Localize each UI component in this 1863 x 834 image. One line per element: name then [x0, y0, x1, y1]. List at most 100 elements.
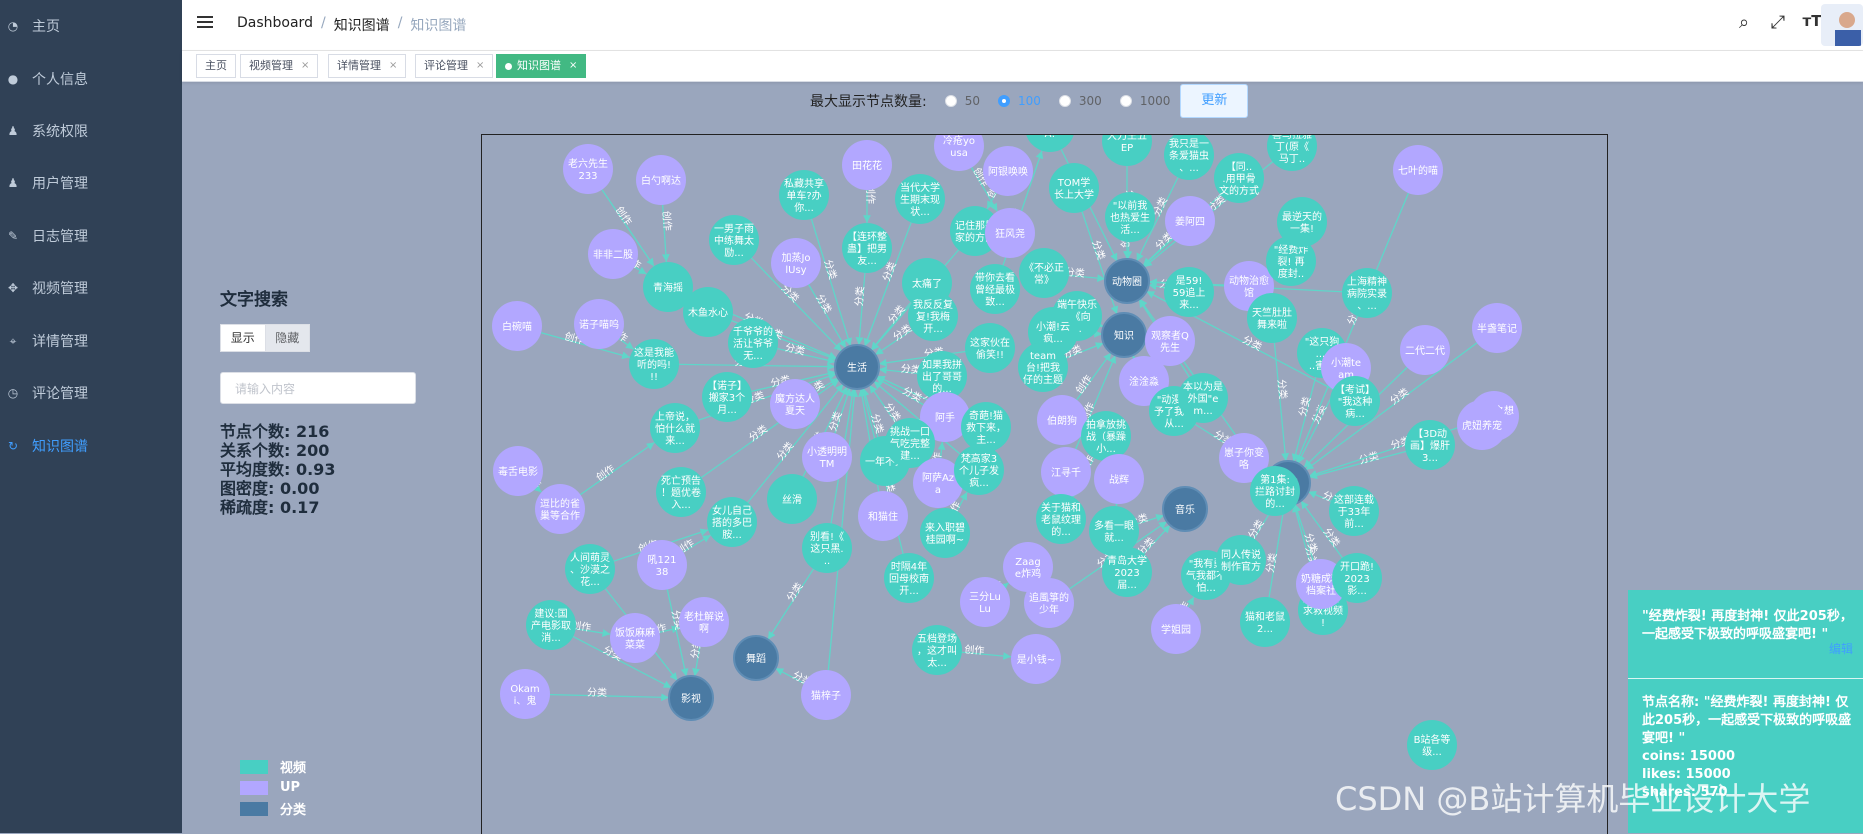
- up-node[interactable]: 追風箏的少年: [1024, 578, 1074, 628]
- video-node[interactable]: 来入职碧桂园啊~: [920, 508, 970, 558]
- video-node[interactable]: 漫迹SPA!: [1025, 135, 1075, 152]
- hide-button[interactable]: 隐藏: [265, 325, 309, 351]
- video-node[interactable]: 上海精神病院实录、...: [1342, 268, 1392, 318]
- video-node[interactable]: 上帝说，怕什么就来...: [650, 403, 700, 453]
- up-node[interactable]: 虎妞养宠: [1457, 400, 1507, 450]
- video-node[interactable]: 这家伙在偷笑!!: [965, 323, 1015, 373]
- video-node[interactable]: 奇葩!猫救下来，主...: [961, 402, 1011, 452]
- video-node[interactable]: 别看!《这只黑...: [802, 523, 852, 573]
- up-node[interactable]: 狂风尧: [985, 208, 1035, 258]
- category-node[interactable]: 音乐: [1162, 486, 1208, 532]
- video-node[interactable]: 《不必正常》: [1019, 248, 1069, 298]
- video-node[interactable]: 【3D动画】爆肝3...: [1405, 420, 1455, 470]
- video-node[interactable]: 女儿自己搭的多巴胺...: [707, 497, 757, 547]
- video-node[interactable]: 木鱼水心: [683, 287, 733, 337]
- sidebar-item-details[interactable]: ⌖ 详情管理: [0, 315, 182, 367]
- video-node[interactable]: 时隔4年回母校南开...: [884, 553, 934, 603]
- up-node[interactable]: 田花花: [842, 140, 892, 190]
- up-node[interactable]: 七叶的喵: [1393, 145, 1443, 195]
- tag-comments[interactable]: 评论管理 ×: [415, 54, 494, 78]
- up-node[interactable]: 江寻千: [1041, 447, 1091, 497]
- tag-knowledge-graph[interactable]: 知识图谱 ×: [496, 54, 587, 78]
- video-node[interactable]: 这是我能听的吗!!!: [629, 339, 679, 389]
- legend-item[interactable]: 分类: [240, 798, 306, 819]
- up-node[interactable]: 白碗喵: [492, 301, 542, 351]
- video-node[interactable]: 【同...用甲骨文的方式: [1214, 153, 1264, 203]
- video-node[interactable]: 喜马拉雅丁(原《马丁..: [1267, 135, 1317, 171]
- up-node[interactable]: 毒舌电影: [493, 446, 543, 496]
- sidebar-item-users[interactable]: ♟ 用户管理: [0, 157, 182, 209]
- up-node[interactable]: 逗比的雀巢等合作: [535, 484, 585, 534]
- up-node[interactable]: 伯朗狗: [1037, 395, 1087, 445]
- category-node[interactable]: 舞蹈: [733, 635, 779, 681]
- video-node[interactable]: 丝滑: [767, 474, 817, 524]
- sidebar-item-permissions[interactable]: ♟ 系统权限: [0, 105, 182, 157]
- up-node[interactable]: 三分LuLu: [960, 577, 1010, 627]
- video-node[interactable]: 同人传说制作官方: [1216, 535, 1266, 585]
- video-node[interactable]: 梵高家3个儿子发疯...: [954, 445, 1004, 495]
- video-node[interactable]: 带你去看曾经最极致...: [970, 264, 1020, 314]
- up-node[interactable]: 小透明明TM: [802, 432, 852, 482]
- up-node[interactable]: 猫梓子: [801, 670, 851, 720]
- video-node[interactable]: 一男子雨中练舞太励...: [709, 215, 759, 265]
- radio-50[interactable]: 50: [944, 94, 980, 108]
- video-node[interactable]: 我反反复复!我梅开...: [908, 291, 958, 341]
- up-node[interactable]: 冷疮yousa: [934, 135, 984, 171]
- update-button[interactable]: 更新: [1180, 84, 1249, 118]
- up-node[interactable]: 加蒸JolUsy: [771, 238, 821, 288]
- up-node[interactable]: 吼12138: [637, 540, 687, 590]
- video-node[interactable]: "以前我也热爱生活...: [1105, 192, 1155, 242]
- video-node[interactable]: 最逆天的一集!: [1277, 197, 1327, 247]
- video-node[interactable]: 青岛大学2023届...: [1102, 547, 1152, 597]
- video-node[interactable]: 本以为是外国"em...: [1178, 373, 1228, 423]
- category-node[interactable]: 动物圈: [1104, 258, 1150, 304]
- legend-item[interactable]: 视频: [240, 756, 306, 777]
- category-node[interactable]: 知识: [1101, 312, 1147, 358]
- up-node[interactable]: 半盏笔记: [1472, 303, 1522, 353]
- sidebar-item-knowledge-graph[interactable]: ↻ 知识图谱: [0, 420, 182, 472]
- up-node[interactable]: 战辉: [1094, 454, 1144, 504]
- search-input[interactable]: 请输入内容: [220, 372, 416, 404]
- video-node[interactable]: 【考试】"我这种病...: [1330, 376, 1380, 426]
- video-node[interactable]: 大刀王五EP: [1102, 135, 1152, 166]
- breadcrumb-item[interactable]: 知识图谱: [334, 15, 390, 35]
- video-node[interactable]: 第1集:拦路讨封的...: [1250, 466, 1300, 516]
- video-node[interactable]: 天竺肚肚舞来啦: [1247, 293, 1297, 343]
- video-node[interactable]: 死亡预告！题优卷入...: [656, 467, 706, 517]
- breadcrumb-item[interactable]: Dashboard: [237, 15, 313, 35]
- close-icon[interactable]: ×: [389, 55, 397, 77]
- video-node[interactable]: 当代大学生期末现状...: [895, 174, 945, 224]
- up-node[interactable]: 老六先生233: [563, 144, 613, 194]
- hamburger-icon[interactable]: [197, 16, 213, 30]
- video-node[interactable]: 建议:国产电影取消...: [526, 600, 576, 650]
- radio-100[interactable]: 100: [998, 94, 1041, 108]
- edit-link[interactable]: 编辑: [1829, 640, 1853, 657]
- search-icon[interactable]: ⌕: [1733, 12, 1755, 34]
- category-node[interactable]: 生活: [834, 344, 880, 390]
- radio-300[interactable]: 300: [1058, 94, 1102, 108]
- up-node[interactable]: 姜阿四: [1165, 196, 1215, 246]
- up-node[interactable]: 饭饭麻麻菜菜: [610, 613, 660, 663]
- sidebar-item-home[interactable]: ◔ 主页: [0, 0, 182, 52]
- close-icon[interactable]: ×: [301, 55, 309, 77]
- legend-item[interactable]: UP: [240, 777, 306, 798]
- video-node[interactable]: TOM学长上大学: [1049, 163, 1099, 213]
- video-node[interactable]: 这部连载于33年前...: [1329, 486, 1379, 536]
- video-node[interactable]: 私藏共享单车?办你...: [779, 170, 829, 220]
- video-node[interactable]: 关于猫和老鼠纹理的...: [1036, 494, 1086, 544]
- up-node[interactable]: 非非二股: [588, 229, 638, 279]
- close-icon[interactable]: ×: [476, 55, 484, 77]
- radio-circle[interactable]: [1119, 95, 1132, 107]
- up-node[interactable]: 诺子喵呜: [574, 299, 624, 349]
- sidebar-item-profile[interactable]: ● 个人信息: [0, 53, 182, 105]
- category-node[interactable]: 影视: [668, 675, 714, 721]
- up-node[interactable]: 魔方达人夏天: [770, 379, 820, 429]
- video-node[interactable]: 千爷爷的活让爷爷无...: [728, 318, 778, 368]
- avatar[interactable]: [1821, 4, 1863, 46]
- radio-circle[interactable]: [944, 95, 957, 107]
- up-node[interactable]: 二代二代: [1400, 325, 1450, 375]
- video-node[interactable]: 开口跪!2023影...: [1332, 553, 1382, 603]
- radio-circle[interactable]: [998, 95, 1010, 107]
- tag-videos[interactable]: 视频管理 ×: [240, 54, 319, 78]
- up-node[interactable]: Okami、鬼: [500, 669, 550, 719]
